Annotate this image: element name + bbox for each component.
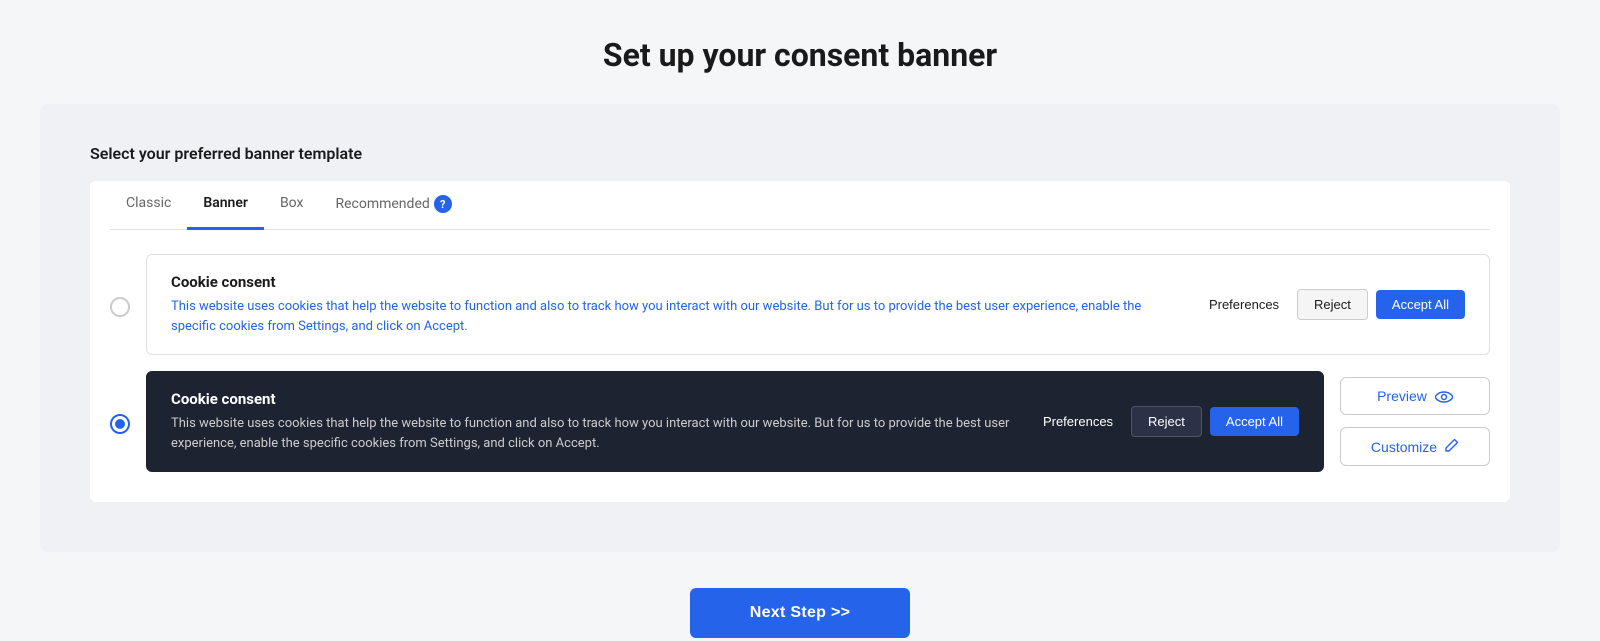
pencil-icon <box>1445 438 1459 455</box>
banner-card-light: Cookie consent This website uses cookies… <box>146 254 1490 355</box>
preview-label: Preview <box>1377 388 1427 404</box>
preferences-button-light[interactable]: Preferences <box>1199 291 1289 318</box>
preferences-button-dark[interactable]: Preferences <box>1033 408 1123 435</box>
templates-area: Cookie consent This website uses cookies… <box>110 230 1490 502</box>
accept-all-button-light[interactable]: Accept All <box>1376 290 1465 319</box>
tab-box[interactable]: Box <box>264 181 320 230</box>
tabs-container: Classic Banner Box Recommended ? Cookie … <box>90 181 1510 502</box>
main-container: Select your preferred banner template Cl… <box>40 104 1560 552</box>
tab-recommended[interactable]: Recommended ? <box>319 181 467 230</box>
tab-classic[interactable]: Classic <box>110 181 187 230</box>
banner-text-dark: Cookie consent This website uses cookies… <box>171 390 1013 453</box>
banner-title-light: Cookie consent <box>171 273 1179 291</box>
customize-button[interactable]: Customize <box>1340 427 1490 466</box>
radio-col-dark <box>110 371 130 472</box>
radio-dark[interactable] <box>110 414 130 434</box>
side-actions: Preview Customize <box>1340 371 1490 472</box>
banner-actions-dark: Preferences Reject Accept All <box>1033 406 1299 437</box>
customize-label: Customize <box>1371 439 1437 455</box>
banner-card-dark: Cookie consent This website uses cookies… <box>146 371 1324 472</box>
section-label: Select your preferred banner template <box>90 144 1510 163</box>
recommended-help-icon[interactable]: ? <box>434 195 452 213</box>
tab-banner[interactable]: Banner <box>187 181 264 230</box>
banner-desc-dark: This website uses cookies that help the … <box>171 414 1013 453</box>
eye-icon <box>1435 390 1453 402</box>
reject-button-light[interactable]: Reject <box>1297 289 1368 320</box>
radio-col-light <box>110 254 130 355</box>
template-row-dark: Cookie consent This website uses cookies… <box>110 371 1490 472</box>
reject-button-dark[interactable]: Reject <box>1131 406 1202 437</box>
banner-title-dark: Cookie consent <box>171 390 1013 408</box>
banner-actions-light: Preferences Reject Accept All <box>1199 289 1465 320</box>
radio-light[interactable] <box>110 297 130 317</box>
next-step-button[interactable]: Next Step >> <box>690 588 911 638</box>
tabs-row: Classic Banner Box Recommended ? <box>110 181 1490 230</box>
template-row-light: Cookie consent This website uses cookies… <box>110 254 1490 355</box>
banner-text-light: Cookie consent This website uses cookies… <box>171 273 1179 336</box>
preview-button[interactable]: Preview <box>1340 377 1490 415</box>
page-title: Set up your consent banner <box>603 36 997 74</box>
next-step-area: Next Step >> <box>690 588 911 638</box>
banner-desc-light: This website uses cookies that help the … <box>171 297 1179 336</box>
accept-all-button-dark[interactable]: Accept All <box>1210 407 1299 436</box>
